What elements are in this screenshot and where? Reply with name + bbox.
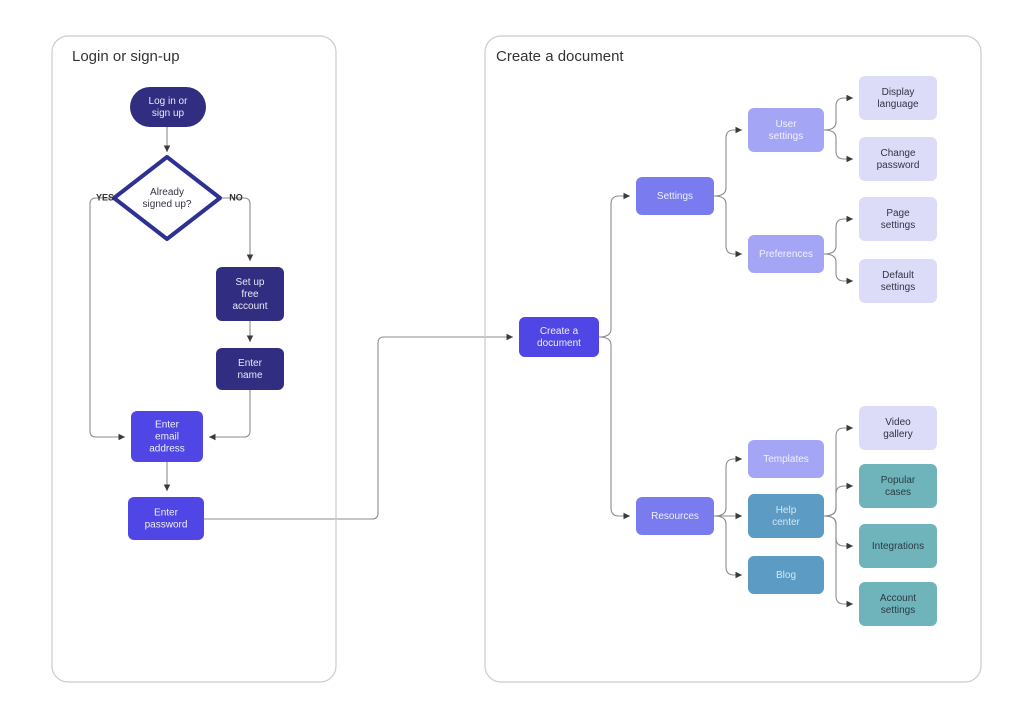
node-preferences[interactable]: Preferences bbox=[748, 235, 824, 273]
node-label-display-language: Display language bbox=[877, 87, 919, 110]
node-default-settings[interactable]: Default settings bbox=[859, 259, 937, 303]
node-label-enter-name: Enter name bbox=[237, 358, 262, 381]
node-user-settings[interactable]: User settings bbox=[748, 108, 824, 152]
node-label-blog: Blog bbox=[776, 570, 796, 581]
edge-label-no: NO bbox=[229, 192, 243, 202]
node-label-preferences: Preferences bbox=[759, 249, 813, 260]
node-already-signed-up[interactable]: Already signed up? bbox=[112, 155, 222, 241]
panel-login-title: Login or sign-up bbox=[72, 48, 180, 65]
node-blog[interactable]: Blog bbox=[748, 556, 824, 594]
node-resources[interactable]: Resources bbox=[636, 497, 714, 535]
nodes-group: Log in or sign up Already signed up? Set up f… bbox=[112, 76, 937, 626]
node-integrations[interactable]: Integrations bbox=[859, 524, 937, 568]
edge-label-yes: YES bbox=[96, 192, 114, 202]
node-enter-password[interactable]: Enter password bbox=[128, 497, 204, 540]
node-label-help-center: Help center bbox=[772, 505, 800, 528]
node-label-integrations: Integrations bbox=[872, 541, 924, 552]
node-enter-name[interactable]: Enter name bbox=[216, 348, 284, 390]
node-video-gallery[interactable]: Video gallery bbox=[859, 406, 937, 450]
node-layer: Login or sign-up Create a document Log i… bbox=[51, 35, 982, 683]
panel-login-border bbox=[51, 35, 337, 683]
node-display-language[interactable]: Display language bbox=[859, 76, 937, 120]
node-label-settings: Settings bbox=[657, 191, 693, 202]
node-label-change-password: Change password bbox=[877, 148, 920, 171]
panel-login-or-signup: Login or sign-up bbox=[51, 35, 337, 683]
node-label-log-in-or-sign-up: Log in or sign up bbox=[149, 96, 189, 119]
node-label-create-a-document: Create a document bbox=[537, 326, 581, 349]
node-label-default-settings: Default settings bbox=[881, 270, 915, 293]
node-settings[interactable]: Settings bbox=[636, 177, 714, 215]
node-page-settings[interactable]: Page settings bbox=[859, 197, 937, 241]
node-account-settings[interactable]: Account settings bbox=[859, 582, 937, 626]
diagram-canvas: Login or sign-up Create a document Log i… bbox=[0, 0, 1024, 716]
node-create-a-document[interactable]: Create a document bbox=[519, 317, 599, 357]
node-popular-cases[interactable]: Popular cases bbox=[859, 464, 937, 508]
node-help-center[interactable]: Help center bbox=[748, 494, 824, 538]
node-templates[interactable]: Templates bbox=[748, 440, 824, 478]
node-set-up-free-account[interactable]: Set up free account bbox=[216, 267, 284, 321]
node-change-password[interactable]: Change password bbox=[859, 137, 937, 181]
node-label-popular-cases: Popular cases bbox=[881, 475, 916, 498]
node-label-resources: Resources bbox=[651, 511, 699, 522]
node-enter-email-address[interactable]: Enter email address bbox=[131, 411, 203, 462]
node-label-templates: Templates bbox=[763, 454, 809, 465]
node-label-video-gallery: Video gallery bbox=[883, 417, 912, 440]
node-log-in-or-sign-up[interactable]: Log in or sign up bbox=[130, 87, 206, 127]
panel-create-title: Create a document bbox=[496, 48, 624, 65]
node-label-account-settings: Account settings bbox=[880, 593, 916, 616]
